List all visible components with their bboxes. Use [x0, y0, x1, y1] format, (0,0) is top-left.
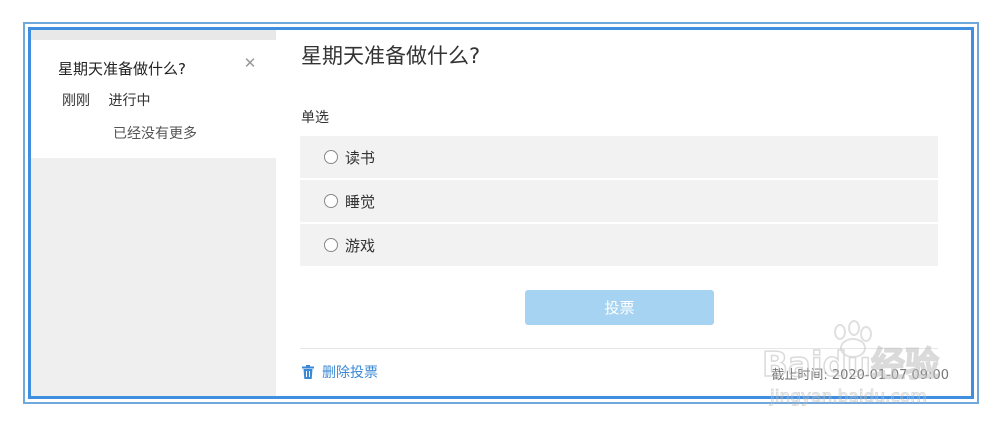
- option-label: 睡觉: [345, 192, 376, 211]
- option-reading[interactable]: 读书: [300, 136, 938, 178]
- delete-vote-link[interactable]: 删除投票: [302, 362, 378, 382]
- submit-vote-button[interactable]: 投票: [525, 290, 714, 325]
- vote-window: 星期天准备做什么? ✕ 刚刚 进行中 已经没有更多 星期天准备做什么? 单选 读…: [28, 27, 974, 399]
- list-item-meta: 刚刚 进行中: [62, 90, 150, 110]
- divider: [300, 348, 938, 349]
- option-gaming[interactable]: 游戏: [300, 224, 938, 266]
- vote-detail-pane: 星期天准备做什么? 单选 读书 睡觉 游戏 投票 删除投票 截止时间: 2020…: [276, 30, 971, 396]
- list-item-time: 刚刚: [62, 93, 90, 109]
- vote-type-label: 单选: [301, 110, 329, 126]
- close-icon[interactable]: ✕: [242, 55, 258, 71]
- option-sleeping[interactable]: 睡觉: [300, 180, 938, 222]
- list-item-status: 进行中: [108, 93, 151, 109]
- no-more-text: 已经没有更多: [113, 126, 197, 142]
- deadline-text: 截止时间: 2020-01-07 09:00: [771, 368, 949, 383]
- list-item-title: 星期天准备做什么?: [58, 60, 186, 78]
- option-label: 读书: [345, 148, 376, 167]
- radio-button[interactable]: [324, 194, 338, 208]
- vote-options: 读书 睡觉 游戏: [300, 136, 938, 268]
- delete-vote-label: 删除投票: [322, 365, 378, 381]
- vote-list-pane: 星期天准备做什么? ✕ 刚刚 进行中 已经没有更多: [31, 30, 276, 396]
- list-top-strip: [31, 30, 276, 40]
- radio-button[interactable]: [324, 238, 338, 252]
- trash-icon: [302, 365, 314, 379]
- radio-button[interactable]: [324, 150, 338, 164]
- option-label: 游戏: [345, 236, 376, 255]
- vote-title: 星期天准备做什么?: [301, 44, 481, 68]
